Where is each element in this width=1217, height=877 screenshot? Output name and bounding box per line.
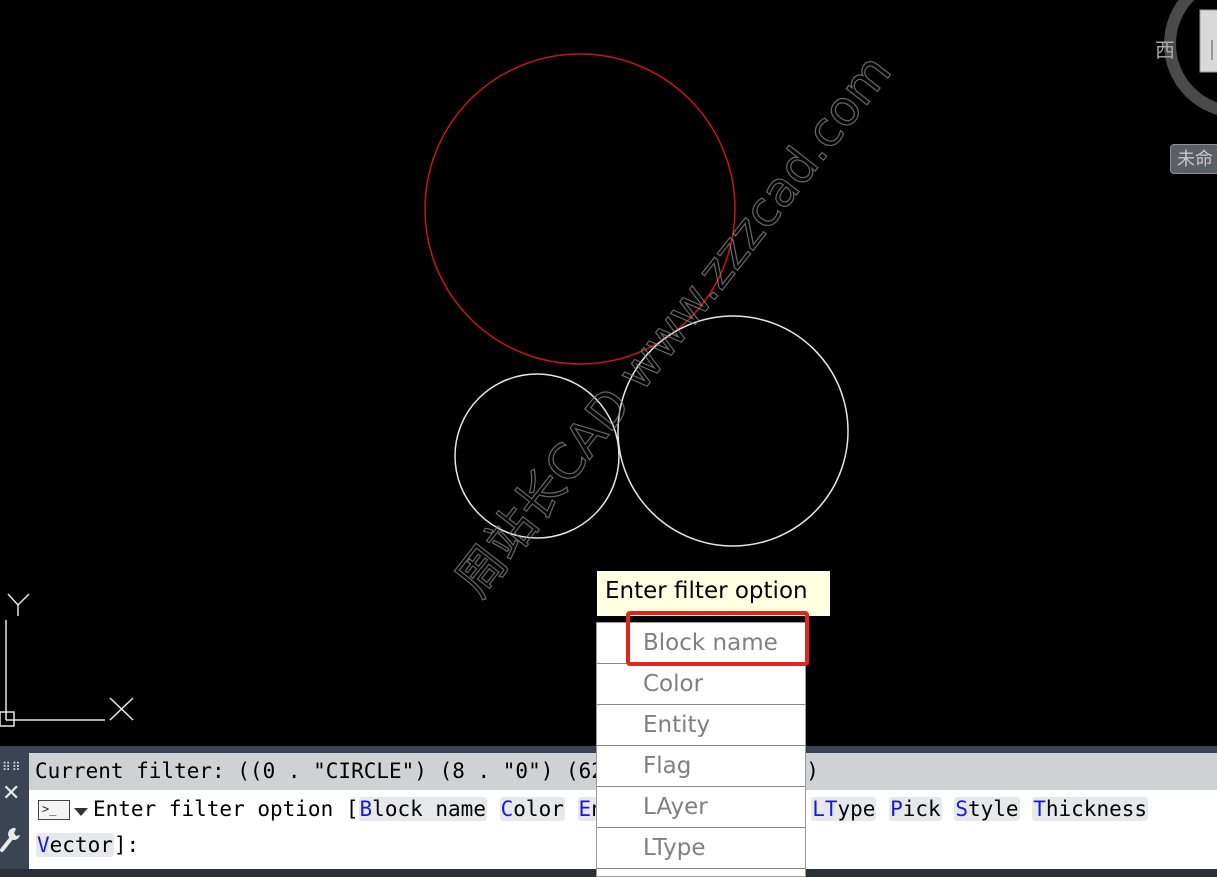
dropdown-item-ltype[interactable]: LType	[597, 828, 805, 869]
option-ltype[interactable]: LType	[811, 797, 877, 821]
drag-grip-icon[interactable]: ⠿⠿	[2, 760, 22, 774]
viewcube-ring[interactable]	[1164, 0, 1217, 115]
command-prompt-icon[interactable]: >_	[38, 800, 70, 820]
option-style[interactable]: Style	[954, 797, 1020, 821]
dropdown-item-color[interactable]: Color	[597, 664, 805, 705]
command-prompt-line2: Vector]:	[36, 833, 139, 857]
option-block-name[interactable]: Block name	[358, 797, 487, 821]
ucs-icon	[0, 593, 134, 727]
option-color[interactable]: Color	[499, 797, 565, 821]
dropdown-item-entity[interactable]: Entity	[597, 705, 805, 746]
highlight-annotation	[626, 611, 809, 666]
dropdown-item-layer[interactable]: LAyer	[597, 787, 805, 828]
compass-west-label[interactable]: 西	[1155, 34, 1175, 63]
option-vector[interactable]: Vector	[36, 833, 114, 857]
dropdown-item-flag[interactable]: Flag	[597, 746, 805, 787]
wrench-icon[interactable]	[0, 826, 22, 854]
named-view-tab[interactable]: 未命	[1170, 144, 1217, 174]
close-icon[interactable]: ✕	[2, 783, 20, 805]
prompt-text: Enter filter option [	[93, 797, 359, 821]
watermark: 周站长CAD www.zzzcad.com	[445, 44, 902, 607]
option-thickness[interactable]: Thickness	[1032, 797, 1149, 821]
prompt-end: ]:	[113, 833, 140, 857]
option-pick[interactable]: Pick	[889, 797, 942, 821]
input-tooltip: Enter filter option	[597, 571, 830, 616]
command-panel-sidebar: ⠿⠿ ✕	[0, 746, 29, 877]
recent-commands-arrow-icon[interactable]	[74, 808, 88, 816]
